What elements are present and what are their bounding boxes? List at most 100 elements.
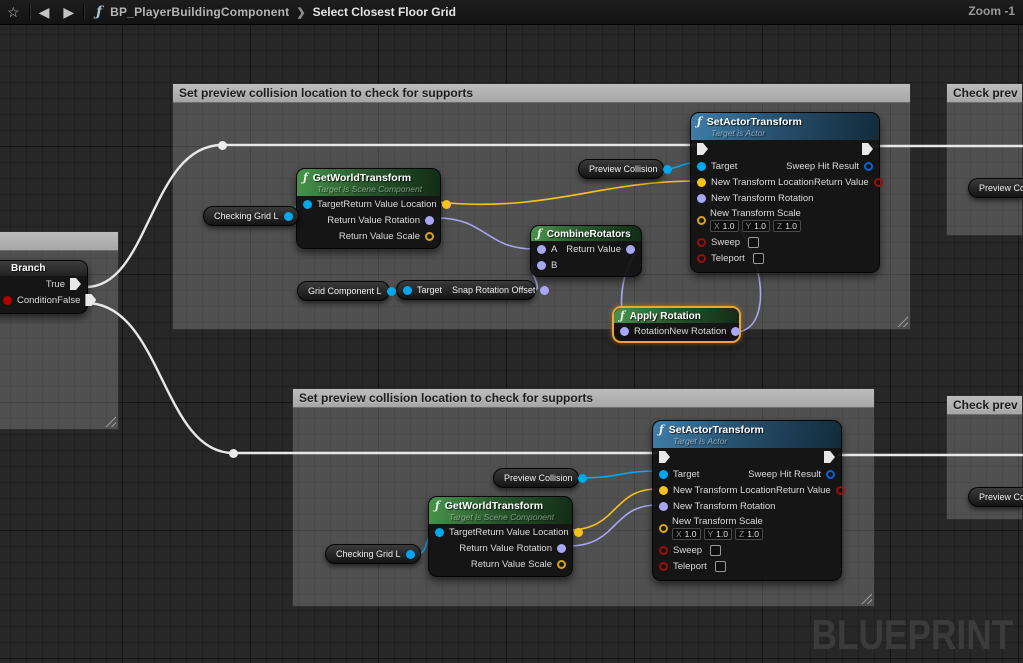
var-checking-grid-2[interactable]: Checking Grid L (325, 544, 421, 564)
var-preview-collision-1[interactable]: Preview Collision (578, 159, 664, 179)
var-grid-component[interactable]: Grid Component L (297, 281, 390, 301)
target-pin[interactable] (659, 470, 668, 479)
new-transform-location-pin[interactable] (697, 178, 706, 187)
scale-y-input[interactable]: Y1.0 (742, 220, 771, 232)
return-value-pin[interactable] (874, 178, 883, 187)
var-preview-collision-2[interactable]: Preview Collision (493, 468, 579, 488)
comment-title[interactable]: Set preview collision location to check … (173, 84, 910, 103)
back-icon[interactable]: ◀ (32, 4, 57, 21)
node-header[interactable]: ƒCombineRotators (531, 226, 641, 241)
return-value-rotation-pin[interactable] (557, 544, 566, 553)
exec-out-pin[interactable] (862, 143, 873, 155)
forward-icon[interactable]: ▶ (56, 4, 81, 21)
exec-out-pin-false[interactable] (85, 294, 96, 306)
output-pin[interactable] (387, 287, 396, 296)
node-header[interactable]: ƒApply Rotation (614, 308, 739, 323)
variable-label: Preview Coll (979, 492, 1023, 502)
comment-title[interactable]: Check prev (947, 84, 1022, 103)
variable-label: Preview Coll (979, 183, 1023, 193)
sweep-checkbox[interactable] (748, 237, 759, 248)
snap-rotation-offset-pin[interactable] (540, 286, 549, 295)
var-preview-collision-clipped-1[interactable]: Preview Coll (968, 178, 1023, 198)
variable-label: Preview Collision (589, 164, 658, 174)
node-apply-rotation[interactable]: ƒApply Rotation Rotation New Rotation (612, 306, 741, 343)
reroute-node[interactable] (229, 449, 238, 458)
new-transform-location-pin[interactable] (659, 486, 668, 495)
sweep-hit-result-pin[interactable] (864, 162, 873, 171)
return-value-scale-pin[interactable] (557, 560, 566, 569)
comment-resize-handle[interactable] (105, 416, 116, 427)
teleport-checkbox[interactable] (753, 253, 764, 264)
new-transform-scale-pin[interactable] (697, 216, 706, 225)
node-set-actor-transform-1[interactable]: ƒSetActorTransform Target is Actor Targe… (690, 112, 880, 273)
return-value-location-pin[interactable] (442, 200, 451, 209)
output-pin[interactable] (578, 474, 587, 483)
scale-z-input[interactable]: Z1.0 (773, 220, 801, 232)
return-value-pin[interactable] (836, 486, 845, 495)
pin-label: Target (449, 527, 475, 538)
a-pin[interactable] (537, 245, 546, 254)
node-subtitle: Target is Scene Component (303, 184, 433, 194)
exec-in-pin[interactable] (697, 143, 708, 155)
teleport-pin[interactable] (659, 562, 668, 571)
return-value-rotation-pin[interactable] (425, 216, 434, 225)
node-header[interactable]: Branch (0, 261, 87, 276)
teleport-pin[interactable] (697, 254, 706, 263)
new-rotation-pin[interactable] (731, 327, 740, 336)
sweep-hit-result-pin[interactable] (826, 470, 835, 479)
comment-title[interactable]: Check prev (947, 396, 1022, 415)
node-header[interactable]: ƒGetWorldTransform Target is Scene Compo… (297, 169, 440, 196)
target-pin[interactable] (403, 286, 412, 295)
sweep-pin[interactable] (697, 238, 706, 247)
exec-out-pin[interactable] (824, 451, 835, 463)
node-set-actor-transform-2[interactable]: ƒSetActorTransform Target is Actor Targe… (652, 420, 842, 581)
var-checking-grid-1[interactable]: Checking Grid L (203, 206, 299, 226)
pin-label: Target (711, 161, 737, 172)
scale-x-input[interactable]: X1.0 (672, 528, 701, 540)
return-value-location-pin[interactable] (574, 528, 583, 537)
node-title: SetActorTransform (669, 424, 764, 436)
target-pin[interactable] (435, 528, 444, 537)
comment-resize-handle[interactable] (861, 593, 872, 604)
node-get-world-transform-1[interactable]: ƒGetWorldTransform Target is Scene Compo… (296, 168, 441, 249)
pin-label: False (57, 295, 80, 306)
new-transform-rotation-pin[interactable] (659, 502, 668, 511)
node-get-world-transform-2[interactable]: ƒGetWorldTransform Target is Scene Compo… (428, 496, 573, 577)
node-header[interactable]: ƒSetActorTransform Target is Actor (653, 421, 841, 448)
sweep-checkbox[interactable] (710, 545, 721, 556)
breadcrumb-parent[interactable]: BP_PlayerBuildingComponent (110, 5, 289, 19)
output-pin[interactable] (406, 550, 415, 559)
teleport-checkbox[interactable] (715, 561, 726, 572)
rotation-pin[interactable] (620, 327, 629, 336)
node-combine-rotators[interactable]: ƒCombineRotators A Return Value B (530, 225, 642, 277)
exec-in-pin[interactable] (659, 451, 670, 463)
favorite-star-icon[interactable]: ☆ (0, 4, 27, 21)
sweep-pin[interactable] (659, 546, 668, 555)
reroute-node[interactable] (218, 141, 227, 150)
node-snap-rotation-offset[interactable]: Target Snap Rotation Offset (396, 280, 536, 300)
breadcrumb-current[interactable]: Select Closest Floor Grid (313, 5, 456, 19)
node-header[interactable]: ƒGetWorldTransform Target is Scene Compo… (429, 497, 572, 524)
output-pin[interactable] (663, 165, 672, 174)
comment-title[interactable]: Set preview collision location to check … (293, 389, 874, 408)
node-branch[interactable]: Branch True Condition False (0, 260, 88, 314)
pin-label: New Transform Scale (672, 516, 763, 527)
comment-title[interactable] (0, 232, 118, 251)
output-pin[interactable] (284, 212, 293, 221)
new-transform-scale-pin[interactable] (659, 524, 668, 533)
node-header[interactable]: ƒSetActorTransform Target is Actor (691, 113, 879, 140)
scale-z-input[interactable]: Z1.0 (735, 528, 763, 540)
comment-box-check-top[interactable]: Check prev (946, 83, 1023, 236)
return-value-scale-pin[interactable] (425, 232, 434, 241)
scale-y-input[interactable]: Y1.0 (704, 528, 733, 540)
comment-resize-handle[interactable] (897, 316, 908, 327)
scale-x-input[interactable]: X1.0 (710, 220, 739, 232)
target-pin[interactable] (697, 162, 706, 171)
exec-out-pin-true[interactable] (70, 278, 81, 290)
return-value-pin[interactable] (626, 245, 635, 254)
new-transform-rotation-pin[interactable] (697, 194, 706, 203)
target-pin[interactable] (303, 200, 312, 209)
b-pin[interactable] (537, 261, 546, 270)
var-preview-collision-clipped-2[interactable]: Preview Coll (968, 487, 1023, 507)
condition-pin[interactable] (3, 296, 12, 305)
